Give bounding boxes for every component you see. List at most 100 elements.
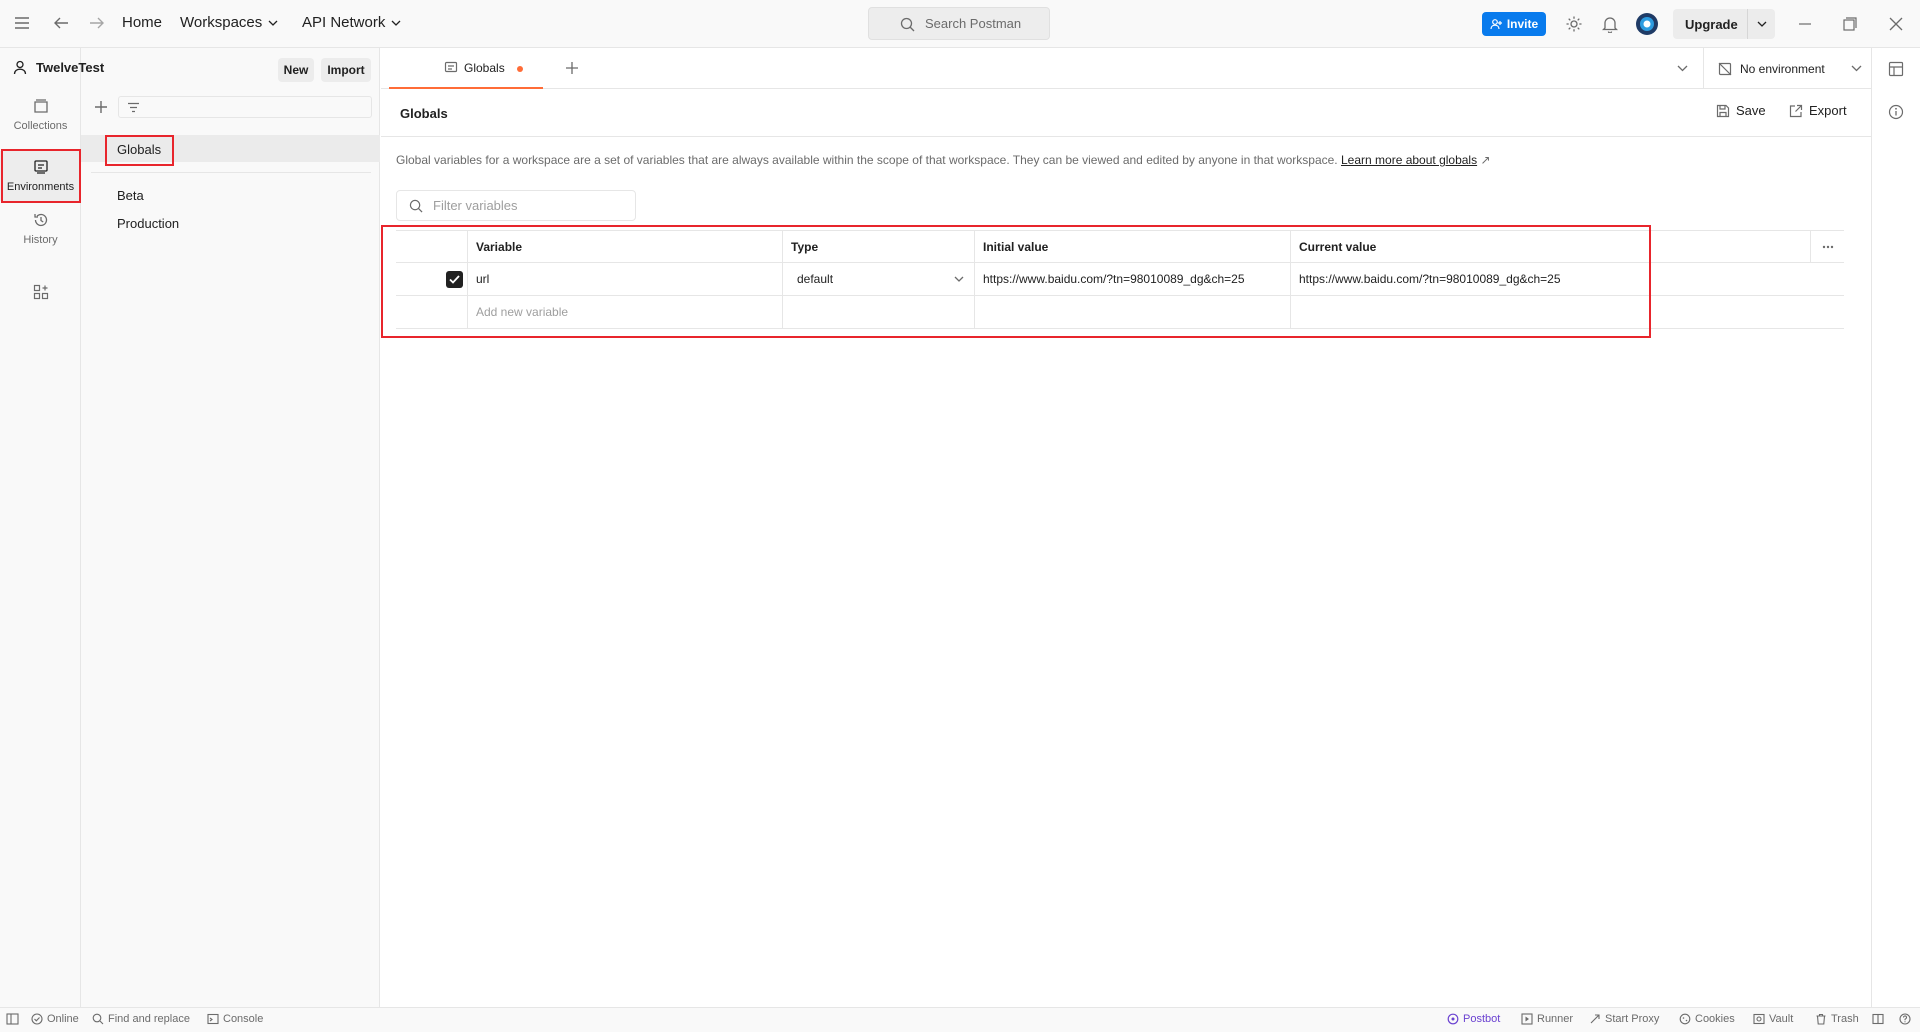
cookie-icon [1679, 1013, 1691, 1025]
initial-value-cell[interactable]: https://www.baidu.com/?tn=98010089_dg&ch… [974, 263, 1290, 295]
collections-icon [33, 99, 48, 113]
filter-icon[interactable] [127, 102, 140, 113]
left-rail: Collections Environments History [0, 48, 81, 1007]
restore-icon[interactable] [1843, 17, 1857, 31]
learn-more-link[interactable]: Learn more about globals [1341, 153, 1477, 167]
search-icon [409, 199, 423, 213]
notification-bell-icon[interactable] [1602, 15, 1618, 33]
find-and-replace-button[interactable]: Find and replace [92, 1013, 190, 1025]
console-button[interactable]: Console [207, 1013, 263, 1025]
upgrade-options-button[interactable] [1747, 9, 1775, 39]
user-icon [13, 60, 27, 75]
globals-icon [444, 61, 458, 72]
rail-item-collections[interactable]: Collections [0, 98, 81, 132]
environment-selector[interactable]: No environment [1703, 48, 1871, 89]
avatar[interactable] [1635, 12, 1659, 36]
page-title: Globals [400, 106, 448, 121]
search-placeholder: Search Postman [925, 16, 1022, 31]
chevron-down-icon [391, 20, 401, 26]
proxy-icon [1590, 1014, 1600, 1024]
enable-checkbox[interactable] [446, 271, 463, 288]
table-header-row: Variable Type Initial value Current valu… [396, 230, 1844, 263]
rail-item-history[interactable]: History [0, 212, 81, 246]
sidebar-search-input[interactable] [118, 96, 372, 118]
empty-type-cell[interactable] [782, 296, 974, 328]
current-value-cell[interactable]: https://www.baidu.com/?tn=98010089_dg&ch… [1290, 263, 1606, 295]
type-select[interactable]: default [782, 263, 974, 295]
help-icon[interactable] [1899, 1013, 1911, 1025]
more-options-button[interactable] [1810, 231, 1844, 263]
column-header-current-value: Current value [1290, 231, 1606, 263]
no-environment-icon [1718, 62, 1732, 75]
workspace-name: TwelveTest [36, 60, 105, 75]
sidebar: TwelveTest New Import Globals Beta Produ… [13, 48, 380, 1007]
sidebar-item-production[interactable]: Production [117, 216, 179, 231]
environments-icon [33, 160, 48, 174]
save-icon [1716, 104, 1730, 117]
postbot-icon [1447, 1013, 1459, 1025]
info-icon[interactable] [1888, 104, 1904, 120]
external-link-icon: ↗ [1480, 153, 1491, 167]
save-button[interactable]: Save [1716, 103, 1766, 118]
tabs-overflow-chevron-icon[interactable] [1677, 65, 1688, 72]
column-header-initial-value: Initial value [974, 231, 1290, 263]
search-input[interactable]: Search Postman [868, 7, 1050, 40]
two-pane-icon[interactable] [1872, 1013, 1884, 1025]
more-horizontal-icon [1822, 245, 1833, 249]
checkmark-icon [449, 275, 460, 284]
status-bar: Online Find and replace Console Postbot … [0, 1007, 1920, 1032]
runner-button[interactable]: Runner [1521, 1013, 1573, 1025]
tab-globals[interactable]: Globals [389, 48, 543, 89]
back-arrow-icon[interactable] [53, 16, 69, 30]
upgrade-button[interactable]: Upgrade [1673, 9, 1749, 39]
invite-button[interactable]: Invite [1482, 12, 1546, 36]
search-icon [900, 17, 915, 32]
add-variable-row: Add new variable [396, 296, 1844, 329]
sidebar-item-globals[interactable]: Globals [81, 135, 380, 162]
postbot-button[interactable]: Postbot [1447, 1013, 1500, 1025]
import-button[interactable]: Import [321, 58, 371, 82]
vault-icon [1753, 1013, 1765, 1025]
new-button[interactable]: New [278, 58, 314, 82]
online-status[interactable]: Online [31, 1013, 79, 1025]
settings-gear-icon[interactable] [1565, 15, 1583, 33]
rail-item-configure[interactable] [0, 284, 81, 300]
chevron-down-icon [1757, 21, 1766, 27]
sidebar-item-beta[interactable]: Beta [117, 188, 144, 203]
menu-icon[interactable] [14, 16, 30, 30]
trash-button[interactable]: Trash [1815, 1013, 1859, 1025]
empty-initial-value-cell[interactable] [974, 296, 1290, 328]
globals-header: Globals Save Export [381, 89, 1871, 137]
forward-arrow-icon[interactable] [89, 16, 105, 30]
add-icon[interactable] [94, 100, 108, 114]
check-circle-icon [31, 1013, 43, 1025]
vault-button[interactable]: Vault [1753, 1013, 1793, 1025]
close-icon[interactable] [1889, 17, 1903, 31]
search-icon [92, 1013, 104, 1025]
filter-variables-input[interactable]: Filter variables [396, 190, 636, 221]
environment-quick-look-icon[interactable] [1888, 61, 1904, 77]
home-link[interactable]: Home [122, 14, 162, 31]
add-new-variable-input[interactable]: Add new variable [467, 296, 782, 328]
export-button[interactable]: Export [1789, 103, 1847, 118]
tab-bar: Globals No environment [381, 48, 1871, 89]
toggle-sidebar-icon[interactable] [6, 1013, 19, 1025]
workspaces-menu[interactable]: Workspaces [180, 14, 278, 31]
empty-current-value-cell[interactable] [1290, 296, 1606, 328]
top-bar: Home Workspaces API Network Search Postm… [0, 0, 1920, 48]
variable-name-cell[interactable]: url [467, 263, 782, 295]
minimize-icon[interactable] [1798, 17, 1812, 31]
start-proxy-button[interactable]: Start Proxy [1589, 1013, 1659, 1025]
unsaved-dot [517, 66, 523, 72]
rail-item-environments[interactable]: Environments [0, 151, 81, 201]
workspace-header: TwelveTest New Import [0, 48, 380, 88]
api-network-menu[interactable]: API Network [302, 14, 401, 31]
add-user-icon [1490, 18, 1502, 29]
grid-plus-icon [33, 284, 48, 300]
column-header-type: Type [782, 231, 974, 263]
chevron-down-icon [268, 20, 278, 26]
cookies-button[interactable]: Cookies [1679, 1013, 1735, 1025]
column-header-variable: Variable [467, 231, 782, 263]
filter-placeholder: Filter variables [433, 198, 518, 213]
new-tab-plus-icon[interactable] [565, 61, 579, 75]
